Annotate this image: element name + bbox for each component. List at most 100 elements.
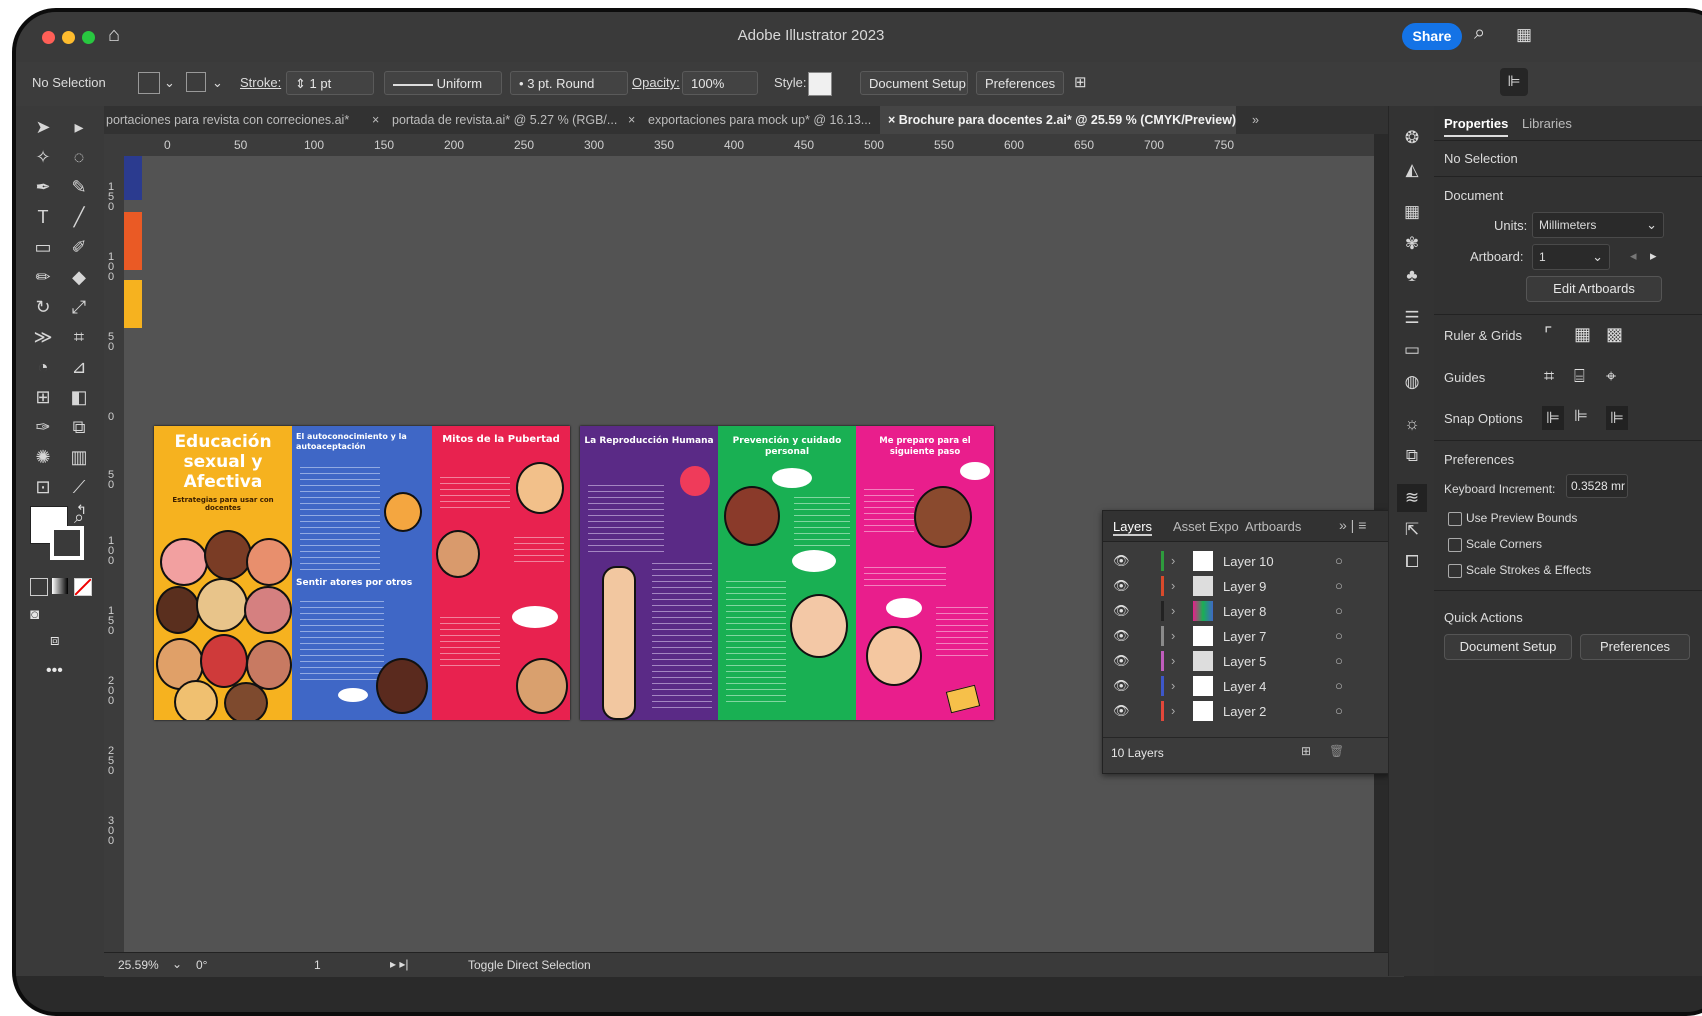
expand-chevron-icon[interactable]: › xyxy=(1171,603,1175,618)
artboard-nav-next-icon[interactable]: ▸ ▸| xyxy=(390,957,409,971)
symbol-sprayer-tool-icon[interactable]: ✺ xyxy=(30,444,56,470)
quick-document-setup-button[interactable]: Document Setup xyxy=(1444,634,1572,660)
stroke-swatch[interactable] xyxy=(186,72,206,92)
stroke-weight-field[interactable]: ⇕ 1 pt xyxy=(286,71,374,95)
visibility-eye-icon[interactable]: 👁 xyxy=(1113,578,1130,594)
stroke-weight-stepper-icon[interactable]: ⇕ xyxy=(295,76,306,91)
layer-row[interactable]: 👁 › Layer 8 ○ xyxy=(1103,599,1389,624)
pen-tool-icon[interactable]: ✒ xyxy=(30,174,56,200)
rotation-value[interactable]: 0° xyxy=(196,958,207,972)
stroke-color-box[interactable] xyxy=(50,526,84,560)
layer-name[interactable]: Layer 7 xyxy=(1223,629,1266,644)
expand-chevron-icon[interactable]: › xyxy=(1171,553,1175,568)
color-swatch-orange[interactable] xyxy=(124,212,142,270)
symbols-icon[interactable]: ♣ xyxy=(1397,262,1427,290)
new-layer-icon[interactable]: ⊞ xyxy=(1301,744,1311,758)
expand-chevron-icon[interactable]: › xyxy=(1171,703,1175,718)
none-mode-icon[interactable] xyxy=(74,578,92,596)
lock-guides-icon[interactable]: ⌸ xyxy=(1574,366,1585,387)
vertical-ruler[interactable]: 150 100 50 0 50 100 150 200 250 300 xyxy=(104,156,125,956)
artboard-2[interactable]: La Reproducción Humana Prevención y cuid… xyxy=(580,426,994,720)
artboard-dropdown[interactable]: 1 ⌄ xyxy=(1532,244,1610,270)
document-setup-button[interactable]: Document Setup xyxy=(860,71,968,95)
tab-doc-1[interactable]: portaciones para revista con correciones… xyxy=(106,106,364,134)
target-circle-icon[interactable]: ○ xyxy=(1335,653,1343,668)
scale-corners-checkbox[interactable] xyxy=(1448,538,1462,552)
keyboard-increment-field[interactable]: 0.3528 mr xyxy=(1566,474,1628,498)
gradient-tool-icon[interactable]: ◧ xyxy=(66,384,92,410)
layer-row[interactable]: 👁 › Layer 9 ○ xyxy=(1103,574,1389,599)
transparency-grid-icon[interactable]: ▩ xyxy=(1606,324,1623,345)
tab-libraries[interactable]: Libraries xyxy=(1522,116,1572,131)
export-icon[interactable]: ⇱ xyxy=(1397,516,1427,544)
graphic-styles-icon[interactable]: ⧉ xyxy=(1397,442,1427,470)
expand-chevron-icon[interactable]: › xyxy=(1171,628,1175,643)
target-circle-icon[interactable]: ○ xyxy=(1335,703,1343,718)
color-swatch-navy[interactable] xyxy=(124,156,142,200)
workspace-switcher-icon[interactable]: ▦ xyxy=(1516,25,1532,45)
snap-to-glyph-icon[interactable]: ⊫ xyxy=(1606,406,1628,430)
zoom-level[interactable]: 25.59% xyxy=(118,958,159,972)
arrange-panel-icon[interactable]: ⊫ xyxy=(1500,68,1528,96)
rotate-tool-icon[interactable]: ↻ xyxy=(30,294,56,320)
more-tools-icon[interactable]: ••• xyxy=(46,662,63,680)
layer-row[interactable]: 👁 › Layer 7 ○ xyxy=(1103,624,1389,649)
artboards-icon[interactable]: ⧠ xyxy=(1397,548,1427,576)
artboard-1[interactable]: Educación sexual y Afectiva Estrategias … xyxy=(154,426,570,720)
tab-layers[interactable]: Layers xyxy=(1113,519,1153,536)
free-transform-tool-icon[interactable]: ⌗ xyxy=(66,324,92,350)
delete-layer-icon[interactable]: 🗑 xyxy=(1329,744,1344,758)
tab-close-icon[interactable]: × xyxy=(372,106,386,134)
ruler-icon[interactable]: ⌜ xyxy=(1544,324,1552,345)
fill-dropdown-chevron-icon[interactable]: ⌄ xyxy=(164,71,175,95)
tab-close-icon[interactable]: × xyxy=(628,106,642,134)
blend-tool-icon[interactable]: ⧉ xyxy=(66,414,92,440)
transparency-icon[interactable]: ◍ xyxy=(1397,368,1427,396)
tab-doc-3[interactable]: exportaciones para mock up* @ 16.13... xyxy=(648,106,878,134)
visibility-eye-icon[interactable]: 👁 xyxy=(1113,703,1130,719)
draw-mode-icon[interactable]: ◙ xyxy=(30,606,39,623)
snap-to-point-icon[interactable]: ⊫ xyxy=(1542,406,1564,430)
panel-menu-icon[interactable]: » | ≡ xyxy=(1339,517,1366,533)
stroke-dropdown-chevron-icon[interactable]: ⌄ xyxy=(212,71,223,95)
fill-swatch[interactable] xyxy=(138,72,160,94)
direct-selection-tool-icon[interactable]: ▸ xyxy=(66,114,92,140)
color-guide-icon[interactable]: ❂ xyxy=(1397,124,1427,152)
visibility-eye-icon[interactable]: 👁 xyxy=(1113,653,1130,669)
search-icon[interactable]: ⌕ xyxy=(1474,22,1485,45)
stroke-profile-dropdown[interactable]: Uniform xyxy=(384,71,502,95)
expand-chevron-icon[interactable]: › xyxy=(1171,678,1175,693)
preferences-button[interactable]: Preferences xyxy=(976,71,1064,95)
layer-row[interactable]: 👁 › Layer 4 ○ xyxy=(1103,674,1389,699)
artboard-tool-icon[interactable]: ⊡ xyxy=(30,474,56,500)
align-icon[interactable]: ⊞ xyxy=(1074,71,1087,95)
layer-name[interactable]: Layer 9 xyxy=(1223,579,1266,594)
snap-to-pixel-icon[interactable]: ⊫ xyxy=(1574,406,1588,426)
perspective-grid-tool-icon[interactable]: ⊿ xyxy=(66,354,92,380)
shape-builder-tool-icon[interactable]: ◔ xyxy=(30,354,56,380)
appearance-icon[interactable]: ☼ xyxy=(1397,410,1427,438)
color-swatch-yellow[interactable] xyxy=(124,280,142,328)
visibility-eye-icon[interactable]: 👁 xyxy=(1113,603,1130,619)
color-mode-icon[interactable] xyxy=(30,578,48,596)
grid-icon[interactable]: ▦ xyxy=(1574,324,1591,345)
swap-colors-icon[interactable]: ↰ xyxy=(76,502,87,518)
tab-artboards[interactable]: Artboards xyxy=(1245,519,1301,534)
pencil-tool-icon[interactable]: ✏ xyxy=(30,264,56,290)
artboard-number[interactable]: 1 xyxy=(314,958,321,972)
mesh-tool-icon[interactable]: ⊞ xyxy=(30,384,56,410)
artboard-canvas[interactable]: Educación sexual y Afectiva Estrategias … xyxy=(124,156,1390,956)
layer-name[interactable]: Layer 10 xyxy=(1223,554,1274,569)
units-dropdown[interactable]: Millimeters ⌄ xyxy=(1532,212,1664,238)
target-circle-icon[interactable]: ○ xyxy=(1335,578,1343,593)
layer-name[interactable]: Layer 4 xyxy=(1223,679,1266,694)
layers-icon[interactable]: ≋ xyxy=(1397,484,1427,512)
guides-icon[interactable]: ⌗ xyxy=(1544,366,1554,387)
gradient-mode-icon[interactable] xyxy=(52,578,68,594)
gradient-icon[interactable]: ▭ xyxy=(1397,336,1427,364)
scale-strokes-checkbox[interactable] xyxy=(1448,564,1462,578)
use-preview-bounds-checkbox[interactable] xyxy=(1448,512,1462,526)
lasso-tool-icon[interactable]: ◌ xyxy=(66,144,92,170)
layer-row[interactable]: 👁 › Layer 5 ○ xyxy=(1103,649,1389,674)
tab-close-icon[interactable]: × xyxy=(888,113,899,127)
